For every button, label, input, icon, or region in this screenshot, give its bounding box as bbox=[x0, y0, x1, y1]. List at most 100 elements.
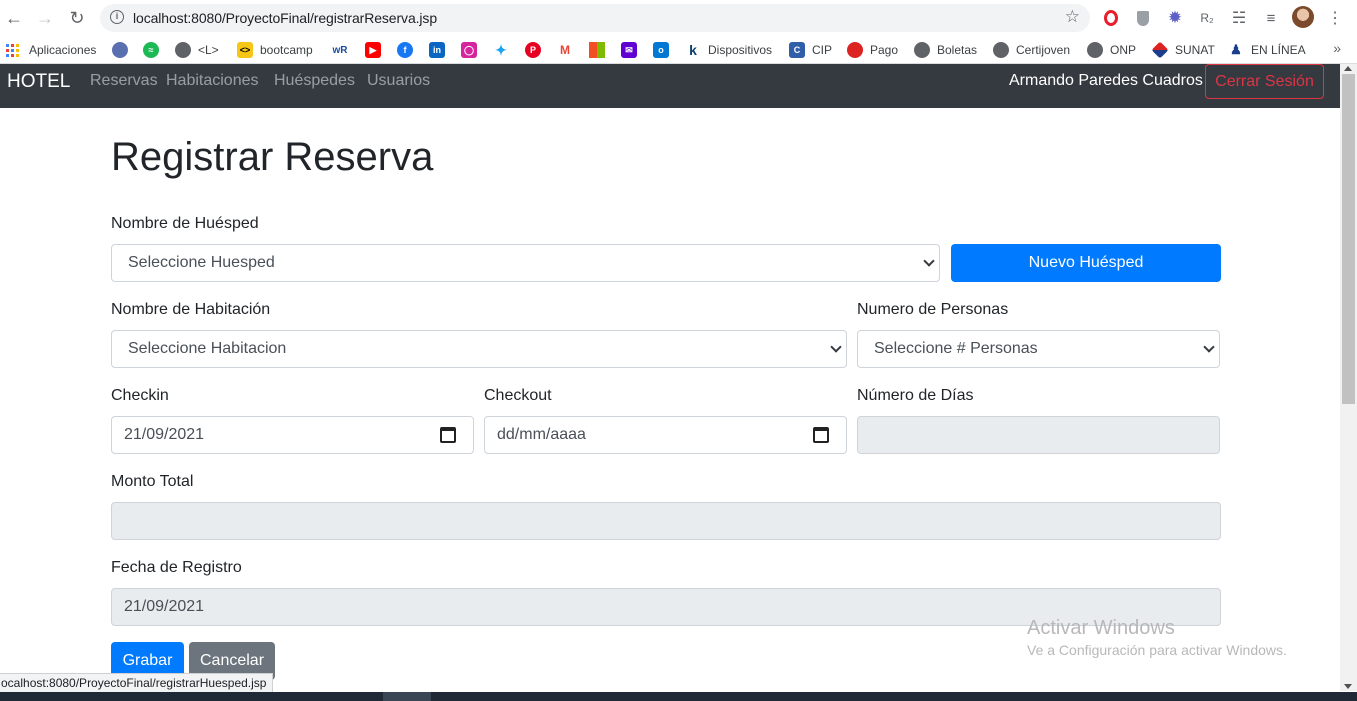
linkedin-icon: in bbox=[429, 42, 445, 58]
bookmark-outlook[interactable]: o bbox=[653, 41, 676, 59]
reader-extension-icon[interactable]: R₂ bbox=[1197, 8, 1217, 28]
bookmark-linkedin[interactable]: in bbox=[429, 41, 452, 59]
bookmark-globe[interactable] bbox=[112, 41, 135, 59]
bookmark-bootcamp[interactable]: <> bootcamp bbox=[237, 41, 313, 59]
bookmark-cip[interactable]: C CIP bbox=[789, 41, 832, 59]
room-label: Nombre de Habitación bbox=[111, 301, 271, 318]
persons-label: Numero de Personas bbox=[857, 301, 1009, 318]
site-info-icon[interactable]: i bbox=[110, 10, 124, 24]
nav-link-huespedes[interactable]: Huéspedes bbox=[274, 72, 355, 90]
checkout-date-input[interactable]: dd/mm/aaaa bbox=[484, 416, 847, 454]
pinterest-icon: P bbox=[525, 42, 541, 58]
nav-link-reservas[interactable]: Reservas bbox=[90, 72, 158, 90]
bookmark-facebook[interactable]: f bbox=[397, 41, 420, 59]
bookmark-sunat[interactable]: SUNAT bbox=[1151, 41, 1215, 59]
nav-link-habitaciones[interactable]: Habitaciones bbox=[166, 72, 259, 90]
days-label: Número de Días bbox=[857, 387, 974, 404]
instagram-icon: ◯ bbox=[461, 42, 477, 58]
page-scrollbar[interactable] bbox=[1340, 64, 1357, 691]
activate-windows-subtitle: Ve a Configuración para activar Windows. bbox=[1027, 642, 1287, 658]
guest-label: Nombre de Huésped bbox=[111, 215, 259, 232]
registration-date-label: Fecha de Registro bbox=[111, 559, 242, 576]
opera-extension-icon[interactable] bbox=[1101, 8, 1121, 28]
logout-button[interactable]: Cerrar Sesión bbox=[1205, 64, 1324, 99]
bookmark-boletas[interactable]: Boletas bbox=[914, 41, 977, 59]
bookmark-yahoo-mail[interactable]: ✉ bbox=[621, 41, 644, 59]
pago-icon bbox=[847, 42, 863, 58]
link-status-bubble: ocalhost:8080/ProyectoFinal/registrarHue… bbox=[0, 673, 274, 693]
days-field bbox=[857, 416, 1220, 454]
bookmark-spotify[interactable]: ≈ bbox=[143, 41, 166, 59]
total-label: Monto Total bbox=[111, 473, 194, 490]
bookmark-en-linea[interactable]: ♟ EN LÍNEA bbox=[1228, 41, 1306, 59]
youtube-icon: ▶ bbox=[365, 42, 381, 58]
activate-windows-title: Activar Windows bbox=[1027, 617, 1175, 639]
bookmark-youtube[interactable]: ▶ bbox=[365, 41, 388, 59]
taskbar-active-item[interactable] bbox=[383, 692, 431, 701]
bookmark-l[interactable]: <L> bbox=[175, 41, 219, 59]
bookmark-star-icon[interactable]: ☆ bbox=[1065, 7, 1080, 27]
gmail-icon: M bbox=[560, 43, 570, 57]
yahoo-mail-icon: ✉ bbox=[621, 42, 637, 58]
calendar-icon[interactable] bbox=[813, 427, 829, 443]
scroll-up-arrow-icon[interactable] bbox=[1344, 66, 1352, 71]
bookmark-certijoven[interactable]: Certijoven bbox=[993, 41, 1070, 59]
bookmark-twitter[interactable]: ✦ bbox=[493, 41, 516, 59]
people-icon: ♟ bbox=[1230, 42, 1242, 57]
globe-icon bbox=[112, 42, 128, 58]
app-navbar: HOTEL Reservas Habitaciones Huéspedes Us… bbox=[0, 64, 1340, 108]
persons-select[interactable]: Seleccione # Personas bbox=[857, 330, 1220, 368]
facebook-icon: f bbox=[397, 42, 413, 58]
bookmark-pago[interactable]: Pago bbox=[847, 41, 898, 59]
more-bookmarks-icon[interactable]: » bbox=[1333, 40, 1341, 56]
bookmark-instagram[interactable]: ◯ bbox=[461, 41, 484, 59]
windows-taskbar bbox=[0, 692, 1357, 701]
spotify-icon: ≈ bbox=[143, 42, 159, 58]
bookmark-gmail[interactable]: M bbox=[557, 41, 580, 59]
bookmark-aplicaciones[interactable]: Aplicaciones bbox=[6, 41, 96, 59]
globe-icon bbox=[914, 42, 930, 58]
globe-icon bbox=[175, 42, 191, 58]
outlook-icon: o bbox=[653, 42, 669, 58]
guest-select[interactable]: Seleccione Huesped bbox=[111, 244, 940, 282]
scrollbar-thumb[interactable] bbox=[1342, 74, 1355, 404]
gear-extension-icon[interactable]: ✹ bbox=[1165, 8, 1185, 28]
current-user-name: Armando Paredes Cuadros bbox=[1009, 72, 1203, 89]
bookmark-pinterest[interactable]: P bbox=[525, 41, 548, 59]
back-arrow-icon[interactable]: ← bbox=[2, 6, 26, 30]
chevron-down-icon bbox=[830, 341, 842, 353]
bookmark-onp[interactable]: ONP bbox=[1087, 41, 1136, 59]
shield-extension-icon[interactable] bbox=[1133, 8, 1153, 28]
apps-icon bbox=[6, 43, 19, 57]
wordreference-icon: wR bbox=[332, 44, 348, 56]
scroll-down-arrow-icon[interactable] bbox=[1344, 684, 1352, 689]
sunat-icon bbox=[1151, 41, 1169, 59]
checkin-date-input[interactable]: 21/09/2021 bbox=[111, 416, 474, 454]
chevron-down-icon bbox=[1203, 341, 1215, 353]
address-bar[interactable]: i localhost:8080/ProyectoFinal/registrar… bbox=[100, 4, 1090, 32]
profile-avatar[interactable] bbox=[1292, 6, 1314, 28]
globe-icon bbox=[993, 42, 1009, 58]
bookmark-dispositivos[interactable]: k Dispositivos bbox=[685, 41, 772, 59]
checkout-label: Checkout bbox=[484, 387, 552, 404]
calendar-icon[interactable] bbox=[440, 427, 456, 443]
k-icon: k bbox=[689, 42, 697, 58]
globe-icon bbox=[1087, 42, 1103, 58]
chevron-down-icon bbox=[923, 255, 935, 267]
nav-link-usuarios[interactable]: Usuarios bbox=[367, 72, 430, 90]
bootcamp-icon: <> bbox=[237, 42, 253, 58]
total-amount-field bbox=[111, 502, 1221, 540]
new-guest-button[interactable]: Nuevo Huésped bbox=[951, 244, 1221, 282]
more-menu-icon[interactable]: ⋮ bbox=[1325, 8, 1345, 28]
bookmark-microsoft[interactable] bbox=[589, 41, 612, 59]
room-select[interactable]: Seleccione Habitacion bbox=[111, 330, 847, 368]
address-url[interactable]: localhost:8080/ProyectoFinal/registrarRe… bbox=[133, 10, 437, 26]
browser-toolbar: ← → ↻ i localhost:8080/ProyectoFinal/reg… bbox=[0, 0, 1357, 36]
navbar-brand[interactable]: HOTEL bbox=[7, 71, 70, 93]
bookmark-wordreference[interactable]: wR bbox=[332, 41, 355, 59]
puzzle-extensions-icon[interactable]: ☵ bbox=[1229, 8, 1249, 28]
microsoft-icon bbox=[589, 42, 605, 58]
forward-arrow-icon[interactable]: → bbox=[33, 6, 57, 30]
reload-icon[interactable]: ↻ bbox=[65, 6, 89, 30]
reading-list-icon[interactable]: ≡ bbox=[1261, 8, 1281, 28]
